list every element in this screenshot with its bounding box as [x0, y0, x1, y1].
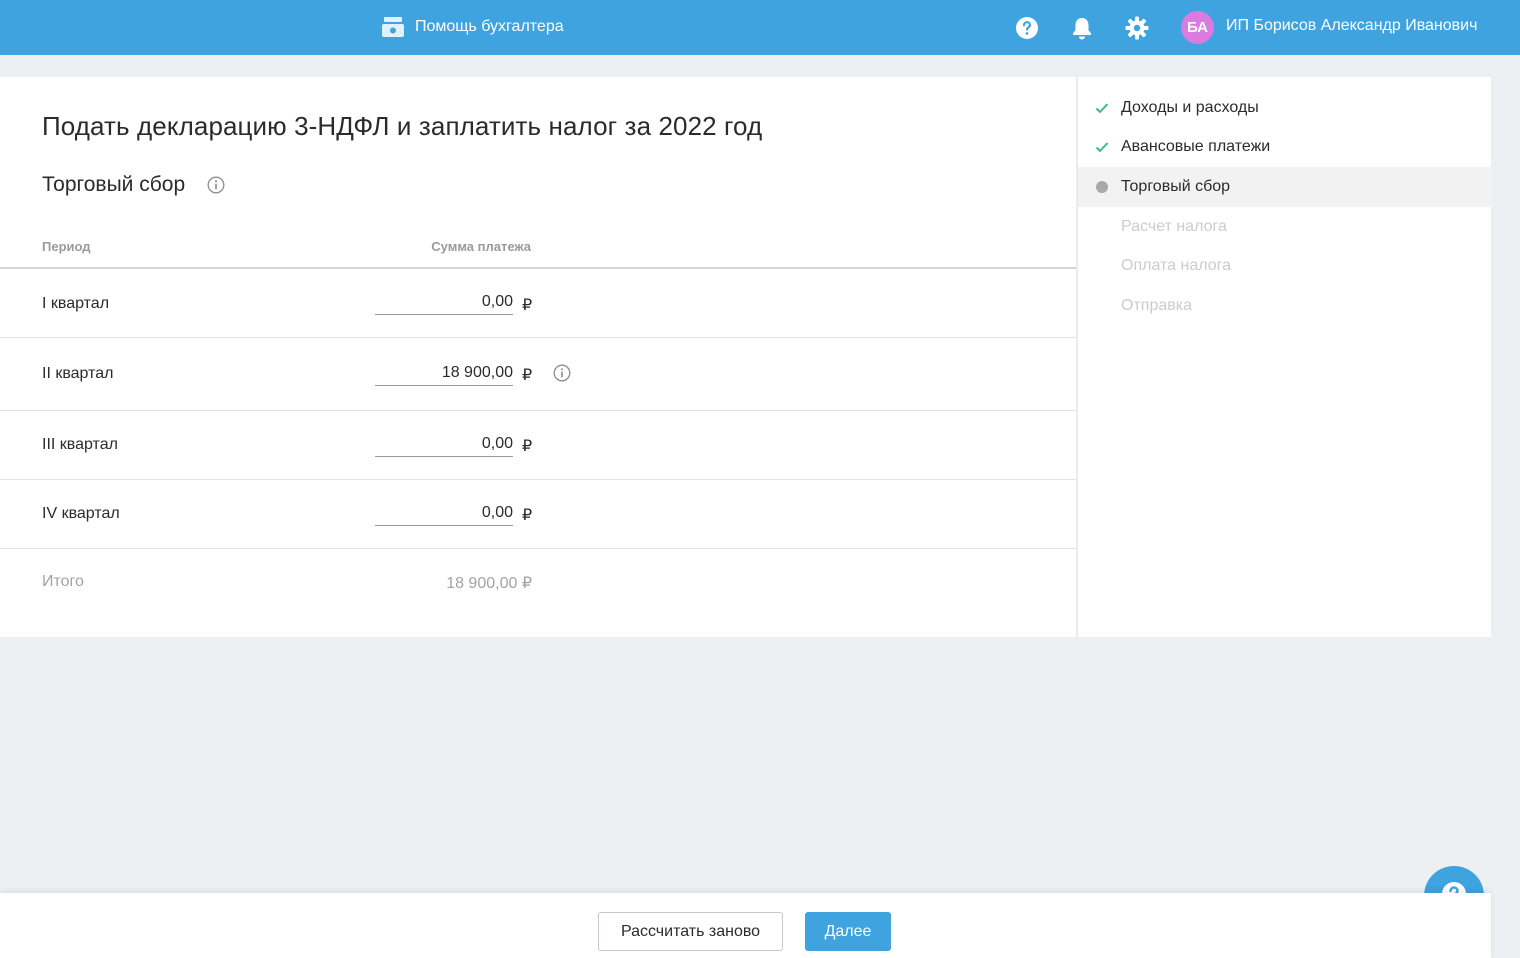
progress-steps: Доходы и расходы Авансовые платежи Торго… [1077, 77, 1492, 637]
check-icon [1095, 140, 1109, 154]
cash-register-icon [381, 15, 405, 39]
step-tax-payment: Оплата налога [1078, 246, 1492, 286]
step-label: Оплата налога [1121, 257, 1232, 274]
check-icon [1095, 101, 1109, 115]
bell-icon[interactable] [1069, 15, 1095, 41]
row-divider [0, 337, 1076, 338]
amount-input[interactable] [375, 500, 513, 526]
step-advance-payments[interactable]: Авансовые платежи [1078, 127, 1492, 167]
row-period-label: II квартал [42, 365, 114, 382]
currency-label: ₽ [522, 507, 533, 524]
accountant-help-link[interactable]: Помощь бухгалтера [381, 14, 564, 40]
amount-input[interactable] [375, 360, 513, 386]
amount-input[interactable] [375, 431, 513, 457]
amount-input[interactable] [375, 289, 513, 315]
step-label: Авансовые платежи [1121, 138, 1271, 155]
next-button[interactable]: Далее [805, 912, 891, 951]
step-tax-calculation: Расчет налога [1078, 207, 1492, 247]
row-period-label: I квартал [42, 295, 110, 312]
step-submission: Отправка [1078, 286, 1492, 326]
total-label: Итого [42, 573, 84, 590]
step-label: Торговый сбор [1121, 178, 1231, 195]
row-period-label: IV квартал [42, 505, 120, 522]
currency-label: ₽ [522, 297, 533, 314]
step-trade-fee[interactable]: Торговый сбор [1078, 167, 1492, 207]
column-header-sum: Сумма платежа [431, 239, 531, 254]
row-divider [0, 479, 1076, 480]
step-income-expenses[interactable]: Доходы и расходы [1078, 88, 1492, 128]
top-bar: Помощь бухгалтера БА ИП Борисов Александ… [0, 0, 1520, 55]
row-period-label: III квартал [42, 436, 118, 453]
column-header-period: Период [42, 239, 91, 254]
avatar[interactable]: БА [1181, 11, 1214, 44]
current-step-dot-icon [1095, 180, 1109, 194]
info-icon[interactable] [553, 364, 571, 382]
table-header-divider [0, 267, 1076, 269]
currency-label: ₽ [522, 367, 533, 384]
currency-label: ₽ [522, 438, 533, 455]
recalculate-button[interactable]: Рассчитать заново [598, 912, 783, 951]
gear-icon[interactable] [1124, 15, 1150, 41]
total-value: 18 900,00 ₽ [446, 575, 532, 592]
user-name[interactable]: ИП Борисов Александр Иванович [1226, 17, 1477, 35]
info-icon[interactable] [207, 176, 225, 194]
step-label: Доходы и расходы [1121, 99, 1259, 116]
bottom-action-bar: Рассчитать заново Далее [0, 893, 1491, 958]
row-divider [0, 548, 1076, 549]
page-title: Подать декларацию 3-НДФЛ и заплатить нал… [42, 111, 763, 141]
step-label: Расчет налога [1121, 218, 1227, 235]
accountant-help-label: Помощь бухгалтера [415, 18, 564, 35]
main-card: Подать декларацию 3-НДФЛ и заплатить нал… [0, 77, 1076, 637]
step-label: Отправка [1121, 297, 1192, 314]
row-divider [0, 410, 1076, 411]
question-circle-icon[interactable] [1014, 15, 1040, 41]
section-title: Торговый сбор [42, 173, 186, 196]
